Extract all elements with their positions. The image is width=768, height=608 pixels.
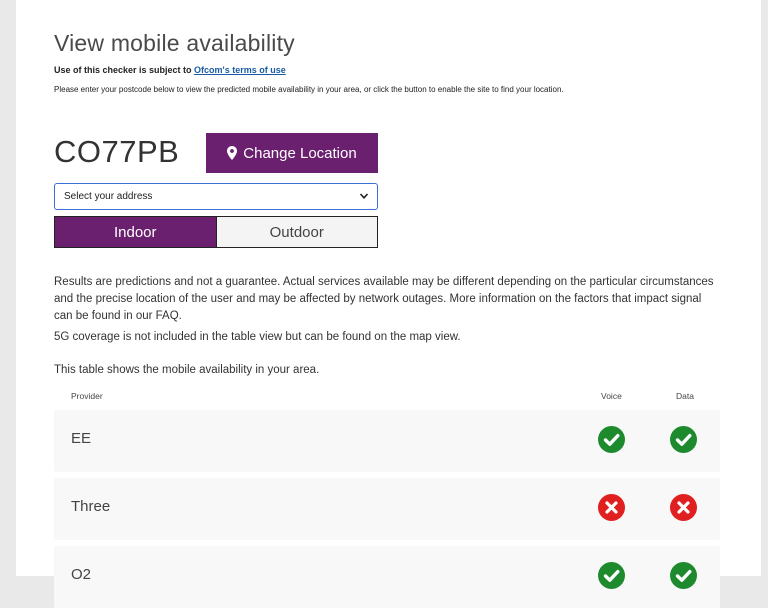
cross-circle-icon [598, 494, 625, 521]
change-location-button[interactable]: Change Location [206, 133, 378, 173]
map-pin-icon [227, 146, 238, 160]
terms-link[interactable]: Ofcom's terms of use [194, 65, 286, 75]
indoor-outdoor-toggle: Indoor Outdoor [54, 216, 378, 248]
instructions-text: Please enter your postcode below to view… [54, 85, 564, 94]
terms-notice: Use of this checker is subject to Ofcom'… [54, 65, 286, 75]
provider-name: EE [71, 430, 92, 447]
main-card: View mobile availability Use of this che… [16, 0, 761, 608]
terms-prefix: Use of this checker is subject to [54, 65, 195, 75]
table-row: Three [54, 478, 720, 540]
page-title: View mobile availability [54, 30, 295, 56]
check-circle-icon [670, 426, 697, 453]
5g-note: 5G coverage is not included in the table… [54, 331, 461, 343]
data-column-header: Data [676, 391, 694, 401]
indoor-toggle-button[interactable]: Indoor [54, 216, 217, 248]
outdoor-toggle-button[interactable]: Outdoor [216, 216, 378, 248]
chevron-down-icon [359, 193, 369, 199]
check-circle-icon [598, 426, 625, 453]
table-row: EE [54, 410, 720, 472]
postcode-display: CO77PB [54, 134, 180, 169]
table-intro: This table shows the mobile availability… [54, 364, 320, 376]
disclaimer-text: Results are predictions and not a guaran… [54, 276, 714, 322]
address-select[interactable]: Select your address [54, 183, 378, 210]
provider-name: O2 [71, 566, 92, 583]
provider-column-header: Provider [71, 391, 103, 401]
voice-column-header: Voice [601, 391, 622, 401]
provider-name: Three [71, 498, 111, 515]
cross-circle-icon [670, 494, 697, 521]
change-location-label: Change Location [243, 144, 357, 162]
address-select-value: Select your address [64, 191, 153, 202]
table-row: O2 [54, 546, 720, 608]
